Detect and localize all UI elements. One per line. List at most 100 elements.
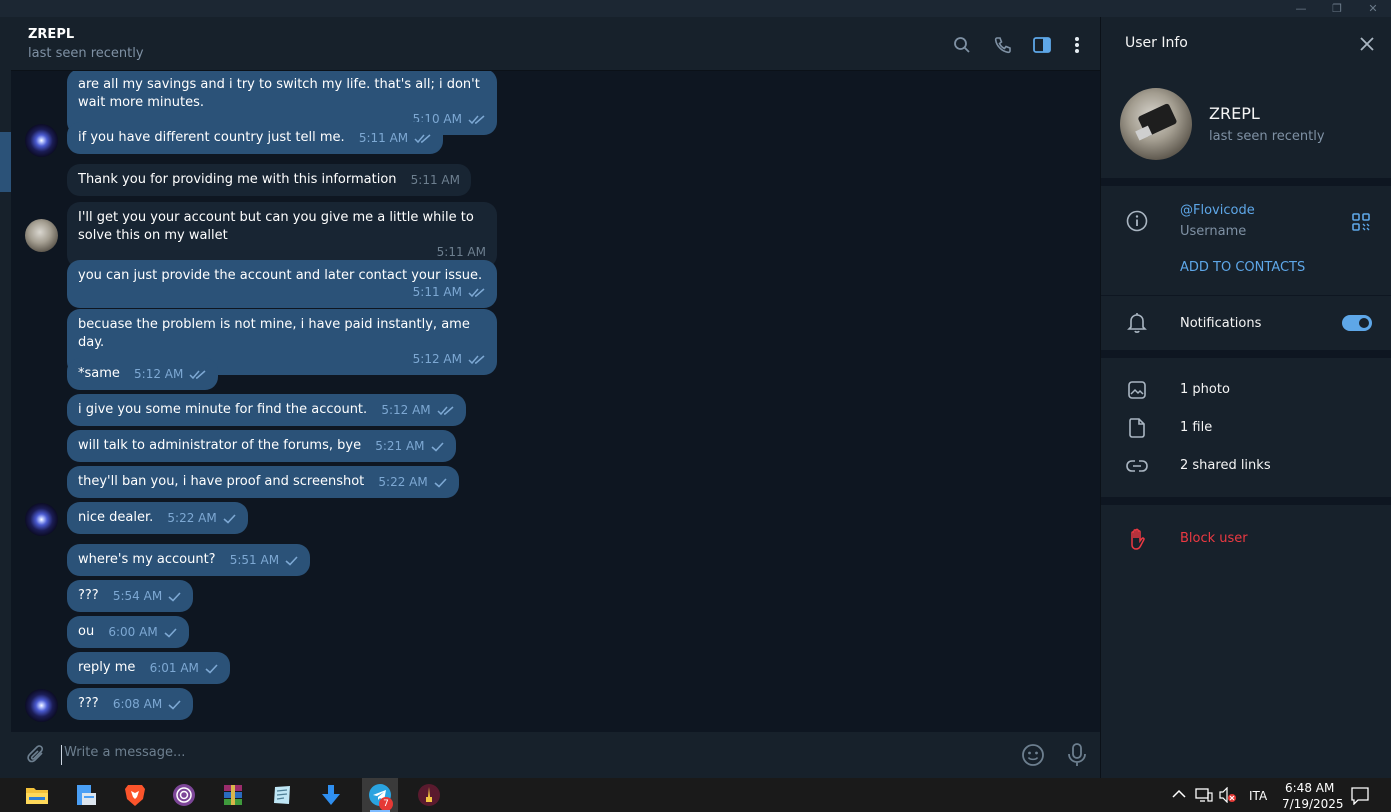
panel-title: User Info — [1125, 35, 1188, 51]
network-icon[interactable] — [1195, 787, 1213, 806]
message-text: they'll ban you, i have proof and screen… — [78, 474, 365, 489]
download-manager-icon[interactable] — [318, 782, 344, 808]
message-text: Thank you for providing me with this inf… — [78, 172, 397, 187]
message-bubble[interactable]: I'll get you your account but can you gi… — [67, 202, 497, 268]
check-icon — [168, 591, 181, 602]
check-icon — [285, 555, 298, 566]
telegram-taskbar-icon[interactable]: 7 — [362, 778, 398, 812]
input-language[interactable]: ITA — [1249, 789, 1267, 803]
maximize-icon[interactable]: ❐ — [1319, 0, 1355, 17]
block-user-button[interactable]: Block user — [1180, 531, 1248, 546]
divider — [1101, 350, 1391, 358]
check-icon — [205, 663, 218, 674]
double-check-icon — [468, 354, 485, 364]
message-text: nice dealer. — [78, 510, 154, 525]
message-text: if you have different country just tell … — [78, 130, 345, 145]
message-time: 6:00 AM — [108, 623, 177, 641]
chat-title[interactable]: ZREPL — [28, 27, 74, 42]
toggle-knob — [1357, 316, 1371, 330]
double-check-icon — [189, 369, 206, 379]
username-label: Username — [1180, 224, 1247, 239]
message-bubble[interactable]: nice dealer. 5:22 AM — [67, 502, 248, 534]
more-vertical-icon[interactable] — [1066, 34, 1088, 56]
paperclip-icon[interactable] — [25, 744, 47, 770]
winrar-icon[interactable] — [220, 782, 246, 808]
avatar[interactable] — [25, 124, 58, 157]
tray-expand-icon[interactable] — [1172, 788, 1186, 802]
tor-browser-icon[interactable] — [171, 782, 197, 808]
message-time: 5:11 AM — [436, 245, 486, 259]
clock-time[interactable]: 6:48 AM — [1285, 781, 1334, 795]
shared-links[interactable]: 2 shared links — [1180, 458, 1271, 473]
window-titlebar: — ❐ ✕ — [0, 0, 1391, 17]
volume-muted-icon[interactable] — [1219, 786, 1237, 806]
brave-browser-icon[interactable] — [122, 782, 148, 808]
double-check-icon — [468, 287, 485, 297]
avatar[interactable] — [25, 219, 58, 252]
message-time: 5:22 AM — [167, 509, 236, 527]
message-bubble[interactable]: you can just provide the account and lat… — [67, 260, 497, 308]
message-bubble[interactable]: ??? 6:08 AM — [67, 688, 194, 720]
message-text: ??? — [78, 696, 99, 711]
message-bubble[interactable]: ou 6:00 AM — [67, 616, 189, 648]
divider — [1101, 497, 1391, 505]
block-hand-icon — [1126, 528, 1148, 550]
message-bubble[interactable]: *same 5:12 AM — [67, 358, 219, 390]
message-input[interactable]: Write a message... — [61, 745, 961, 765]
chat-list-collapsed — [0, 17, 11, 778]
message-text: are all my savings and i try to switch m… — [78, 77, 480, 110]
message-bubble[interactable]: ??? 5:54 AM — [67, 580, 194, 612]
link-icon — [1126, 455, 1148, 477]
search-icon[interactable] — [951, 34, 973, 56]
sidebar-toggle-icon[interactable] — [1031, 34, 1053, 56]
check-icon — [164, 627, 177, 638]
message-bubble[interactable]: reply me 6:01 AM — [67, 652, 230, 684]
shared-files[interactable]: 1 file — [1180, 420, 1212, 435]
info-icon — [1126, 210, 1148, 232]
message-time: 6:01 AM — [150, 659, 219, 677]
close-window-icon[interactable]: ✕ — [1355, 0, 1391, 17]
microphone-icon[interactable] — [1067, 743, 1087, 771]
message-list[interactable]: are all my savings and i try to switch m… — [11, 71, 1100, 732]
notification-center-icon[interactable] — [1351, 787, 1369, 808]
profile-name: ZREPL — [1209, 104, 1260, 123]
profile-avatar[interactable] — [1120, 88, 1192, 160]
message-text: *same — [78, 366, 120, 381]
message-text: ou — [78, 624, 95, 639]
message-bubble[interactable]: they'll ban you, i have proof and screen… — [67, 466, 459, 498]
message-text: ??? — [78, 588, 99, 603]
message-text: i give you some minute for find the acco… — [78, 402, 368, 417]
message-text: reply me — [78, 660, 136, 675]
chat-header: ZREPL last seen recently — [11, 17, 1100, 71]
notes-app-icon[interactable] — [269, 782, 295, 808]
username-value[interactable]: @Flovicode — [1180, 203, 1255, 218]
avatar[interactable] — [25, 503, 58, 536]
message-text: where's my account? — [78, 552, 216, 567]
close-icon[interactable] — [1356, 33, 1378, 55]
qr-code-icon[interactable] — [1350, 211, 1372, 233]
message-time: 5:51 AM — [230, 551, 299, 569]
phone-icon[interactable] — [992, 34, 1014, 56]
photo-icon — [1126, 379, 1148, 401]
add-to-contacts-button[interactable]: ADD TO CONTACTS — [1180, 260, 1305, 275]
minimize-icon[interactable]: — — [1283, 0, 1319, 17]
message-time: 5:21 AM — [375, 437, 444, 455]
clock-date[interactable]: 7/19/2025 — [1282, 797, 1344, 811]
message-bubble[interactable]: i give you some minute for find the acco… — [67, 394, 466, 426]
message-text: you can just provide the account and lat… — [78, 268, 483, 283]
notifications-toggle[interactable] — [1342, 315, 1372, 331]
shared-photos[interactable]: 1 photo — [1180, 382, 1230, 397]
document-app-icon[interactable] — [73, 782, 99, 808]
tool-app-icon[interactable] — [416, 782, 442, 808]
emoji-icon[interactable] — [1021, 743, 1045, 771]
message-time: 5:12 AM — [381, 401, 454, 419]
avatar[interactable] — [25, 689, 58, 722]
message-time: 5:12 AM — [134, 365, 207, 383]
message-bubble[interactable]: will talk to administrator of the forums… — [67, 430, 456, 462]
file-explorer-icon[interactable] — [24, 782, 50, 808]
unread-badge: 7 — [379, 797, 393, 811]
message-time: 5:11 AM — [410, 173, 460, 187]
message-bubble[interactable]: Thank you for providing me with this inf… — [67, 164, 471, 196]
message-bubble[interactable]: if you have different country just tell … — [67, 122, 444, 154]
message-bubble[interactable]: where's my account? 5:51 AM — [67, 544, 311, 576]
